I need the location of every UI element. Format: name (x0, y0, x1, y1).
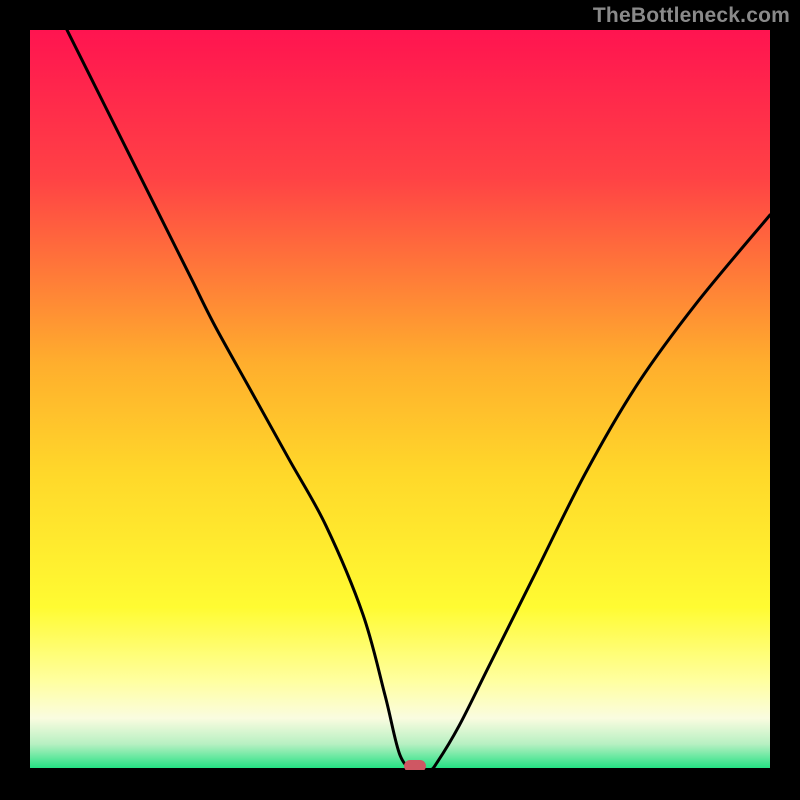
watermark-text: TheBottleneck.com (593, 4, 790, 28)
plot-area (30, 30, 770, 770)
bottleneck-curve (30, 30, 770, 770)
optimal-point-marker (404, 760, 426, 770)
chart-frame: TheBottleneck.com (0, 0, 800, 800)
